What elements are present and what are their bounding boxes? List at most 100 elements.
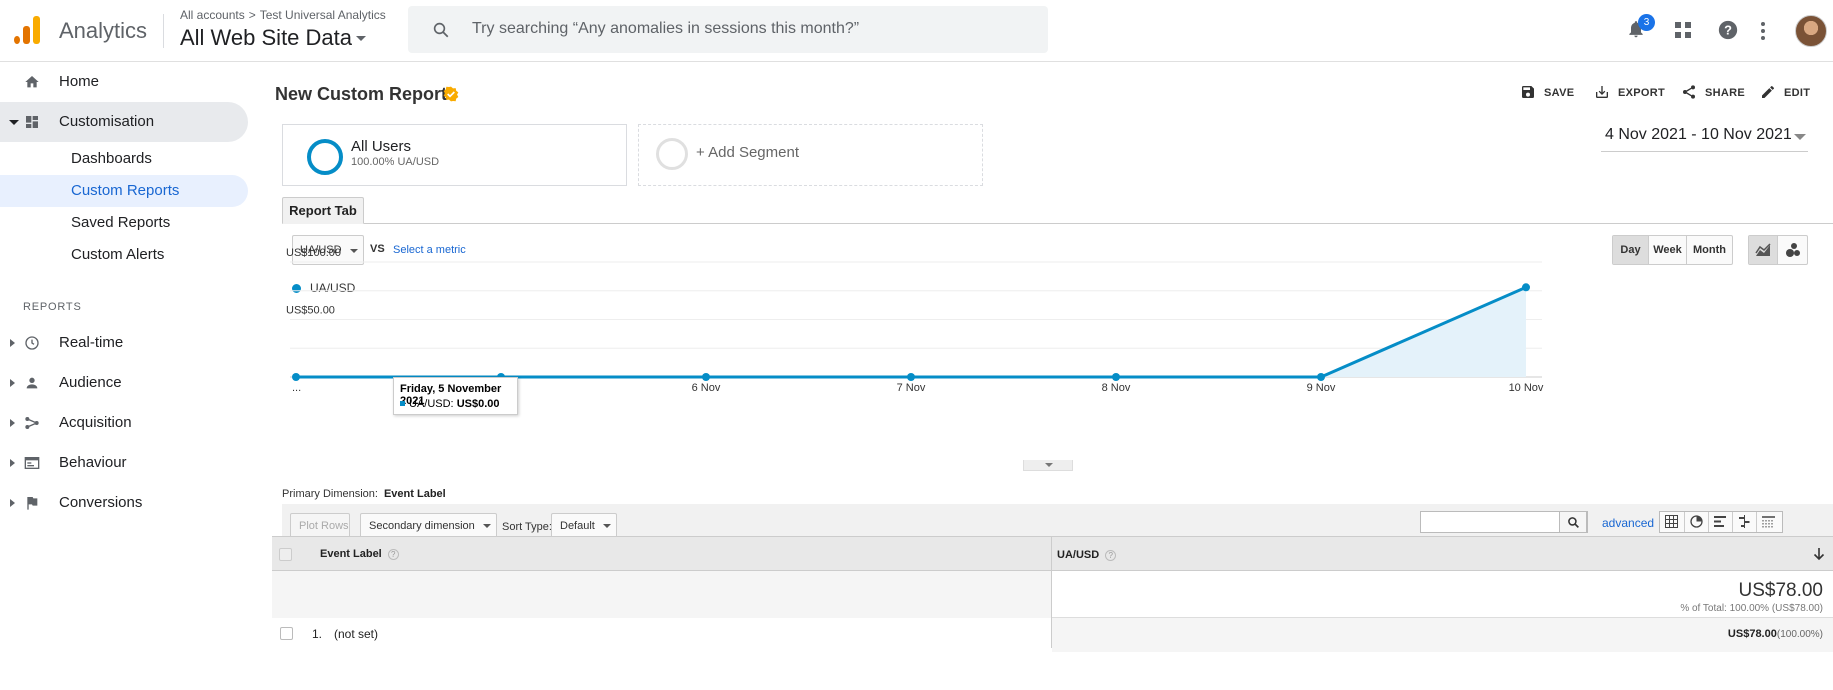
x-tick-label: 10 Nov <box>1509 382 1544 394</box>
collapse-chart-button[interactable] <box>1023 460 1073 471</box>
sidebar-item-label: Saved Reports <box>71 214 171 231</box>
data-point[interactable] <box>1522 283 1530 292</box>
column-header-event-label[interactable]: Event Label? <box>320 548 399 560</box>
sidebar-item-label: Behaviour <box>59 454 127 471</box>
view-selector[interactable]: All Web Site Data <box>180 25 352 51</box>
line-chart[interactable]: US$100.00US$50.00...5 Nov6 Nov7 Nov8 Nov… <box>272 62 1833 482</box>
x-tick-label: 6 Nov <box>692 382 721 394</box>
data-point[interactable] <box>907 373 915 381</box>
sidebar-item-custom-alerts[interactable]: Custom Alerts <box>0 239 248 271</box>
clock-icon <box>25 336 39 350</box>
x-tick-label: 9 Nov <box>1307 382 1336 394</box>
column-header-ua-usd[interactable]: UA/USD? <box>1057 549 1117 561</box>
sidebar-item-custom-reports[interactable]: Custom Reports <box>0 175 248 207</box>
help-icon[interactable]: ? <box>1105 550 1117 561</box>
x-tick-label: 8 Nov <box>1102 382 1131 394</box>
app-name[interactable]: Analytics <box>59 18 147 44</box>
search-input[interactable]: Try searching “Any anomalies in sessions… <box>408 6 1048 53</box>
breadcrumb-account[interactable]: Test Universal Analytics <box>260 8 386 22</box>
total-percentage: % of Total: 100.00% (US$78.00) <box>1680 603 1823 614</box>
divider <box>163 14 164 48</box>
behaviour-icon <box>24 457 40 469</box>
pie-view-button[interactable] <box>1684 512 1708 532</box>
breadcrumb-separator: > <box>248 8 256 22</box>
sidebar-item-dashboards[interactable]: Dashboards <box>0 143 248 175</box>
series-area <box>296 287 1526 377</box>
metric-cell <box>1052 618 1833 652</box>
data-point[interactable] <box>702 373 710 381</box>
sidebar-item-label: Dashboards <box>71 150 152 167</box>
sidebar-item-label: Home <box>59 73 100 90</box>
chevron-down-icon[interactable] <box>356 36 366 41</box>
series-line <box>296 285 1527 379</box>
pie-chart-icon <box>1690 515 1703 528</box>
row-dimension-value[interactable]: (not set) <box>334 627 378 641</box>
sidebar-item-conversions[interactable]: Conversions <box>0 483 248 523</box>
sidebar-item-customisation[interactable]: Customisation <box>0 102 248 142</box>
table-search-button[interactable] <box>1559 511 1587 533</box>
data-point[interactable] <box>1317 373 1325 381</box>
sidebar-item-realtime[interactable]: Real-time <box>0 323 248 363</box>
sidebar-item-saved-reports[interactable]: Saved Reports <box>0 207 248 239</box>
sidebar-item-label: Real-time <box>59 334 124 351</box>
notification-badge: 3 <box>1638 14 1655 31</box>
expand-arrow-icon <box>10 339 15 347</box>
svg-text:?: ? <box>1724 23 1732 38</box>
sidebar-item-label: Customisation <box>59 113 155 130</box>
analytics-logo-icon[interactable] <box>14 16 40 44</box>
y-tick-label: US$100.00 <box>286 247 341 259</box>
dashboard-icon <box>26 116 38 128</box>
search-icon <box>433 22 449 38</box>
y-tick-label: US$50.00 <box>286 305 335 317</box>
expand-arrow-icon <box>10 419 15 427</box>
performance-view-button[interactable] <box>1708 512 1732 532</box>
advanced-filter-link[interactable]: advanced <box>1602 516 1654 530</box>
row-value: US$78.00 <box>1727 628 1777 640</box>
table-grid-icon <box>1665 515 1678 528</box>
chevron-down-icon <box>603 524 611 528</box>
sidebar-item-behaviour[interactable]: Behaviour <box>0 443 248 483</box>
acquisition-icon <box>25 417 39 429</box>
totals-row: US$78.00 % of Total: 100.00% (US$78.00) <box>272 571 1833 618</box>
row-number: 1. <box>312 627 323 641</box>
table-view-toggle <box>1659 511 1783 533</box>
top-bar: Analytics All accounts > Test Universal An… <box>0 0 1833 62</box>
sidebar-item-label: Conversions <box>59 494 143 511</box>
expand-arrow-icon <box>10 499 15 507</box>
primary-dimension-label: Primary Dimension: <box>282 488 378 500</box>
person-icon <box>26 377 38 389</box>
help-icon[interactable]: ? <box>387 549 399 560</box>
data-point[interactable] <box>292 373 300 381</box>
column-header-label: Event Label <box>320 548 382 560</box>
report-main: New Custom Report SAVE EXPORT SHARE EDIT… <box>272 62 1833 690</box>
apps-grid-icon[interactable] <box>1674 21 1692 39</box>
comparison-icon <box>1739 515 1750 528</box>
expand-arrow-icon <box>9 120 19 125</box>
select-all-checkbox[interactable] <box>279 548 292 561</box>
row-metric-value: US$78.00(100.00%) <box>1728 628 1823 640</box>
table-header: Event Label? UA/USD? <box>272 536 1833 571</box>
sidebar-item-acquisition[interactable]: Acquisition <box>0 403 248 443</box>
search-placeholder: Try searching “Any anomalies in sessions… <box>472 20 860 37</box>
chevron-down-icon <box>1045 463 1053 467</box>
primary-dimension-value[interactable]: Event Label <box>384 488 446 500</box>
data-point[interactable] <box>1112 373 1120 381</box>
comparison-view-button[interactable] <box>1732 512 1756 532</box>
secondary-dimension-label: Secondary dimension <box>369 520 475 532</box>
bar-chart-icon <box>1714 516 1726 527</box>
pivot-view-button[interactable] <box>1756 512 1780 532</box>
sidebar-item-label: Acquisition <box>59 414 132 431</box>
breadcrumb[interactable]: All accounts > Test Universal Analytics <box>180 8 386 22</box>
home-icon <box>25 76 39 88</box>
user-avatar[interactable] <box>1795 15 1827 47</box>
sort-type-label: Sort Type: <box>502 521 552 533</box>
more-vert-icon[interactable] <box>1760 21 1766 41</box>
help-icon[interactable]: ? <box>1717 19 1739 41</box>
data-table-view-button[interactable] <box>1660 512 1684 532</box>
breadcrumb-accounts[interactable]: All accounts <box>180 8 245 22</box>
row-checkbox[interactable] <box>280 627 293 640</box>
sidebar-item-audience[interactable]: Audience <box>0 363 248 403</box>
sidebar-item-home[interactable]: Home <box>0 62 248 102</box>
sidebar-item-label: Custom Reports <box>71 182 180 199</box>
sort-descending-icon[interactable] <box>1813 547 1825 561</box>
